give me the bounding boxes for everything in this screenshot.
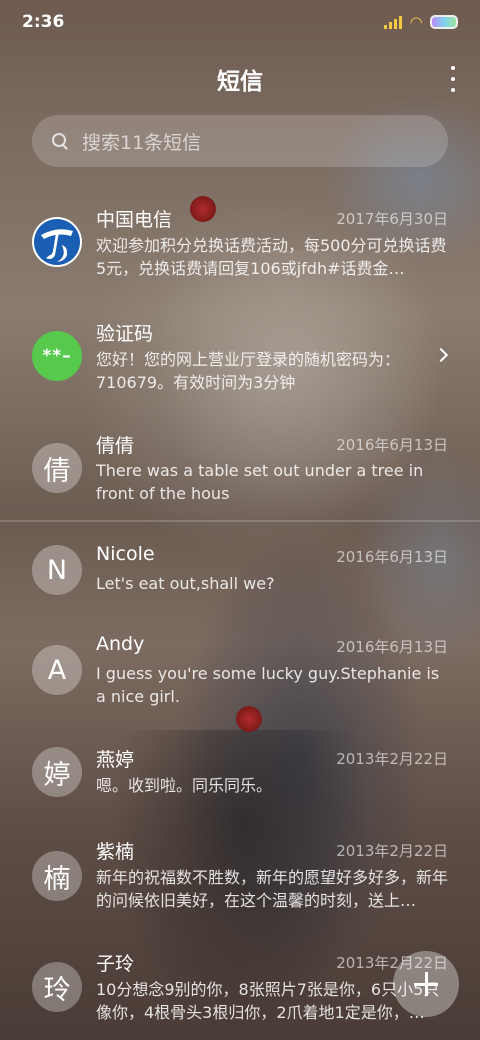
contact-name: 倩倩 [96, 435, 135, 457]
contact-name: 验证码 [96, 323, 154, 345]
conversation-row[interactable]: N Nicole 2016年6月13日 Let's eat out,shall … [0, 542, 480, 642]
message-date: 2016年6月13日 [336, 436, 448, 454]
message-date: 2016年6月13日 [336, 638, 448, 656]
avatar: 楠 [32, 851, 82, 901]
wifi-icon: ◠ [410, 13, 422, 31]
contact-name: Nicole [96, 543, 155, 565]
new-message-button[interactable] [393, 951, 459, 1017]
avatar: 婷 [32, 747, 82, 797]
status-bar: 2:36 ◠ [0, 0, 480, 44]
contact-name: 燕婷 [96, 749, 135, 771]
more-options-icon[interactable] [448, 66, 458, 92]
page-title: 短信 [217, 69, 263, 95]
conversation-row[interactable]: 楠 紫楠 2013年2月22日 新年的祝福数不胜数，新年的愿望好多好多，新年的问… [0, 836, 480, 936]
message-date: 2017年6月30日 [336, 210, 448, 228]
conversation-row[interactable]: A Andy 2016年6月13日 I guess you're some lu… [0, 632, 480, 732]
message-preview: There was a table set out under a tree i… [96, 461, 424, 503]
message-preview: Let's eat out,shall we? [96, 574, 275, 593]
app-header: 短信 [0, 44, 480, 114]
signal-icon [384, 15, 403, 29]
message-preview: I guess you're some lucky guy.Stephanie … [96, 664, 440, 706]
contact-name: 紫楠 [96, 841, 135, 863]
conversation-row[interactable]: 婷 燕婷 2013年2月22日 嗯。收到啦。同乐同乐。 [0, 742, 480, 842]
message-date: 2013年2月22日 [336, 750, 448, 768]
message-date: 2013年2月22日 [336, 842, 448, 860]
message-preview: 嗯。收到啦。同乐同乐。 [96, 776, 273, 795]
search-placeholder: 搜索11条短信 [82, 131, 202, 154]
chevron-right-icon[interactable] [433, 347, 449, 363]
message-preview: 欢迎参加积分兑换话费活动，每500分可兑换话费5元，兑换话费请回复106或jfd… [96, 236, 447, 278]
contact-name: 中国电信 [96, 209, 173, 231]
search-input[interactable]: 搜索11条短信 [32, 115, 448, 167]
avatar: A [32, 645, 82, 695]
search-icon [52, 133, 68, 149]
avatar: 倩 [32, 443, 82, 493]
conversation-row[interactable]: **– 验证码 您好！您的网上营业厅登录的随机密码为：710679。有效时间为3… [0, 314, 480, 414]
message-preview: 您好！您的网上营业厅登录的随机密码为：710679。有效时间为3分钟 [96, 350, 401, 392]
contact-name: 子玲 [96, 953, 135, 975]
status-time: 2:36 [22, 12, 65, 32]
avatar: N [32, 545, 82, 595]
verification-avatar: **– [32, 331, 82, 381]
avatar: 玲 [32, 962, 82, 1012]
message-preview: 新年的祝福数不胜数，新年的愿望好多好多，新年的问候依旧美好，在这个温馨的时刻，送… [96, 868, 448, 910]
battery-icon [430, 15, 458, 29]
conversation-row[interactable]: 倩 倩倩 2016年6月13日 There was a table set ou… [0, 428, 480, 528]
contact-name: Andy [96, 633, 145, 655]
telecom-logo-icon [32, 217, 82, 267]
conversation-row[interactable]: 中国电信 2017年6月30日 欢迎参加积分兑换话费活动，每500分可兑换话费5… [0, 200, 480, 300]
message-date: 2016年6月13日 [336, 548, 448, 566]
